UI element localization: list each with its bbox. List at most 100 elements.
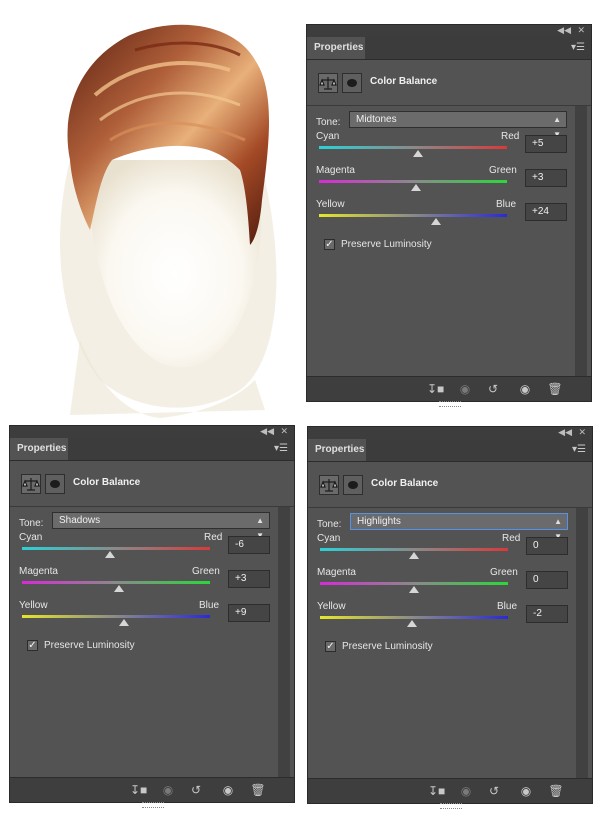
- yellow-blue-slider-thumb[interactable]: [407, 620, 418, 627]
- clip-to-layer-icon[interactable]: ↧■: [130, 783, 147, 797]
- visibility-eye-icon[interactable]: ◉: [518, 784, 534, 798]
- magenta-green-slider-thumb[interactable]: [410, 184, 421, 191]
- magenta-green-track[interactable]: [320, 582, 508, 585]
- tone-select-value: Shadows: [59, 515, 101, 526]
- cyan-red-slider-thumb[interactable]: [412, 150, 423, 157]
- resize-grip[interactable]: [142, 802, 164, 808]
- cyan-label: Cyan: [316, 131, 340, 142]
- yellow-blue-track[interactable]: [319, 214, 507, 217]
- trash-icon[interactable]: 🗑: [547, 382, 563, 396]
- panel-menu-icon[interactable]: ▾☰: [274, 443, 288, 455]
- panel-scrollbar[interactable]: [576, 508, 588, 779]
- balance-scale-icon: [318, 73, 338, 93]
- tab-properties[interactable]: Properties: [307, 37, 365, 59]
- tab-properties[interactable]: Properties: [10, 438, 68, 460]
- close-icon[interactable]: ✕: [578, 426, 586, 438]
- yellow-blue-value[interactable]: -2: [526, 605, 568, 623]
- cyan-red-value[interactable]: 0: [526, 537, 568, 555]
- preserve-luminosity-label: Preserve Luminosity: [341, 239, 432, 250]
- tone-select[interactable]: Midtones ▲▼: [349, 111, 567, 139]
- panel-menu-icon[interactable]: ▾☰: [572, 444, 586, 456]
- reset-icon[interactable]: ↺: [485, 382, 501, 396]
- close-icon[interactable]: ✕: [577, 24, 585, 36]
- clip-to-layer-icon[interactable]: ↧■: [428, 784, 445, 798]
- tone-select[interactable]: Highlights ▲▼: [350, 513, 568, 541]
- panel-topbar: ◀◀ ✕: [307, 25, 591, 37]
- magenta-label: Magenta: [316, 165, 355, 176]
- panel-title: Color Balance: [73, 477, 141, 488]
- magenta-green-value[interactable]: 0: [526, 571, 568, 589]
- cyan-red-value[interactable]: -6: [228, 536, 270, 554]
- cyan-red-track[interactable]: [22, 547, 210, 550]
- tab-row: Properties ▾☰: [308, 439, 592, 462]
- view-previous-icon[interactable]: ◉: [457, 382, 473, 396]
- layer-mask-icon[interactable]: [343, 475, 363, 495]
- tab-properties[interactable]: Properties: [308, 439, 366, 461]
- visibility-eye-icon[interactable]: ◉: [517, 382, 533, 396]
- cyan-red-track[interactable]: [319, 146, 507, 149]
- magenta-green-track[interactable]: [22, 581, 210, 584]
- cyan-red-value[interactable]: +5: [525, 135, 567, 153]
- balance-scale-icon: [319, 475, 339, 495]
- resize-grip[interactable]: [439, 401, 461, 407]
- tone-select[interactable]: Shadows ▲▼: [52, 512, 270, 540]
- red-label: Red: [501, 131, 520, 142]
- properties-panel-midtones: ◀◀ ✕ Properties ▾☰ Color Balance Tone: M…: [306, 24, 592, 407]
- tone-label: Tone:: [316, 117, 341, 128]
- blue-label: Blue: [199, 600, 220, 611]
- reset-icon[interactable]: ↺: [188, 783, 204, 797]
- view-previous-icon[interactable]: ◉: [458, 784, 474, 798]
- green-label: Green: [490, 567, 518, 578]
- panel-bottombar: ↧■ ◉ ↺ ◉ 🗑: [307, 376, 591, 407]
- yellow-label: Yellow: [19, 600, 48, 611]
- collapse-icon[interactable]: ◀◀: [260, 425, 274, 437]
- preserve-luminosity-label: Preserve Luminosity: [342, 641, 433, 652]
- cyan-label: Cyan: [317, 533, 341, 544]
- yellow-blue-track[interactable]: [22, 615, 210, 618]
- preserve-luminosity-label: Preserve Luminosity: [44, 640, 135, 651]
- tone-label: Tone:: [19, 518, 44, 529]
- properties-panel-highlights: ◀◀ ✕ Properties ▾☰ Color Balance Tone: H…: [307, 426, 593, 809]
- trash-icon[interactable]: 🗑: [250, 783, 266, 797]
- panel-topbar: ◀◀ ✕: [308, 427, 592, 439]
- panel-bottombar: ↧■ ◉ ↺ ◉ 🗑: [10, 777, 294, 808]
- panel-header: Color Balance: [10, 461, 294, 507]
- layer-mask-icon[interactable]: [45, 474, 65, 494]
- panel-scrollbar[interactable]: [278, 507, 290, 778]
- preserve-luminosity-checkbox[interactable]: ✓: [325, 641, 336, 652]
- preserve-luminosity-checkbox[interactable]: ✓: [324, 239, 335, 250]
- tab-row: Properties ▾☰: [10, 438, 294, 461]
- cyan-label: Cyan: [19, 532, 43, 543]
- magenta-label: Magenta: [19, 566, 58, 577]
- close-icon[interactable]: ✕: [280, 425, 288, 437]
- magenta-green-slider-thumb[interactable]: [409, 586, 419, 593]
- yellow-blue-value[interactable]: +9: [228, 604, 270, 622]
- yellow-blue-value[interactable]: +24: [525, 203, 567, 221]
- panel-menu-icon[interactable]: ▾☰: [571, 42, 585, 54]
- tone-label: Tone:: [317, 519, 342, 530]
- yellow-blue-track[interactable]: [320, 616, 508, 619]
- view-previous-icon[interactable]: ◉: [160, 783, 176, 797]
- collapse-icon[interactable]: ◀◀: [558, 426, 572, 438]
- collapse-icon[interactable]: ◀◀: [557, 24, 571, 36]
- reset-icon[interactable]: ↺: [486, 784, 502, 798]
- trash-icon[interactable]: 🗑: [548, 784, 564, 798]
- red-label: Red: [204, 532, 223, 543]
- clip-to-layer-icon[interactable]: ↧■: [427, 382, 444, 396]
- yellow-label: Yellow: [317, 601, 346, 612]
- magenta-green-slider-thumb[interactable]: [113, 585, 124, 592]
- magenta-green-value[interactable]: +3: [525, 169, 567, 187]
- visibility-eye-icon[interactable]: ◉: [220, 783, 236, 797]
- cyan-red-track[interactable]: [320, 548, 508, 551]
- magenta-green-value[interactable]: +3: [228, 570, 270, 588]
- cyan-red-slider-thumb[interactable]: [409, 552, 419, 559]
- resize-grip[interactable]: [440, 803, 462, 809]
- yellow-blue-slider-thumb[interactable]: [430, 218, 441, 225]
- tone-select-value: Midtones: [356, 114, 397, 125]
- cyan-red-slider-thumb[interactable]: [105, 551, 116, 558]
- preserve-luminosity-checkbox[interactable]: ✓: [27, 640, 38, 651]
- layer-mask-icon[interactable]: [342, 73, 362, 93]
- yellow-blue-slider-thumb[interactable]: [119, 619, 130, 626]
- magenta-green-track[interactable]: [319, 180, 507, 183]
- panel-scrollbar[interactable]: [575, 106, 587, 377]
